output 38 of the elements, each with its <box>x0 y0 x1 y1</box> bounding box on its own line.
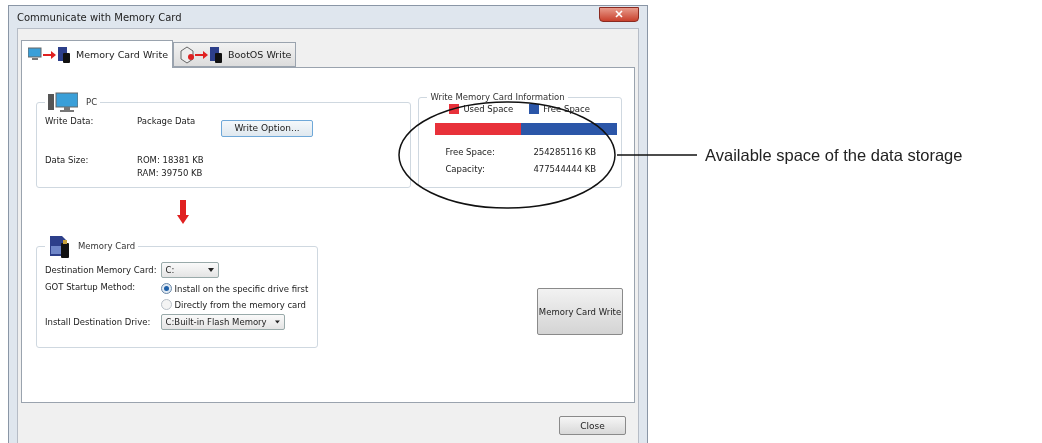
computer-icon <box>48 92 78 112</box>
legend-label: Used Space <box>463 104 514 114</box>
down-arrow-icon <box>177 200 189 224</box>
close-icon <box>615 10 623 18</box>
field-label: Data Size: <box>45 154 90 165</box>
field-label: Capacity: <box>445 164 486 174</box>
radio-button[interactable] <box>160 299 172 310</box>
pc-to-card-icon <box>28 45 72 64</box>
tab[interactable]: BootOS Write <box>173 42 297 67</box>
group-title: Write Memory Card Information <box>430 92 565 102</box>
close-button[interactable]: Close <box>559 416 626 435</box>
field-value: RAM: 39750 KB <box>137 167 204 178</box>
close-button[interactable] <box>599 6 639 22</box>
box-to-card-icon <box>180 45 224 64</box>
write-option-button[interactable]: Write Option... <box>221 119 313 137</box>
field-label: Write Data: <box>45 116 95 126</box>
field-label: Free Space: <box>445 147 496 157</box>
field-label: Install Destination Drive: <box>45 317 152 327</box>
radio-option[interactable]: Install on the specific drive first <box>160 283 309 294</box>
dropdown[interactable]: C:Built-in Flash Memory <box>160 314 285 330</box>
field-label: Destination Memory Card: <box>45 265 157 275</box>
tab[interactable]: Memory Card Write <box>21 40 173 68</box>
radio-option[interactable]: Directly from the memory card <box>160 299 309 310</box>
window-title: Communicate with Memory Card <box>17 11 182 23</box>
field-value: 254285116 KB <box>533 147 598 157</box>
memory-card-write-button[interactable]: Memory Card Write <box>537 288 623 335</box>
caret-icon <box>207 268 214 272</box>
field-value: 477544444 KB <box>533 164 598 174</box>
sd-card-icon <box>48 234 70 258</box>
group-title: PC <box>86 97 98 107</box>
field-value: Package Data <box>137 116 197 126</box>
annotation-text: Available space of the data storage <box>705 146 963 165</box>
radio-button[interactable] <box>160 283 172 294</box>
caret-icon <box>274 320 280 324</box>
field-label: GOT Startup Method: <box>45 282 137 292</box>
group-title: Memory Card <box>78 241 136 251</box>
dropdown[interactable]: C: <box>160 262 219 278</box>
field-value: ROM: 18381 KB <box>137 154 205 165</box>
